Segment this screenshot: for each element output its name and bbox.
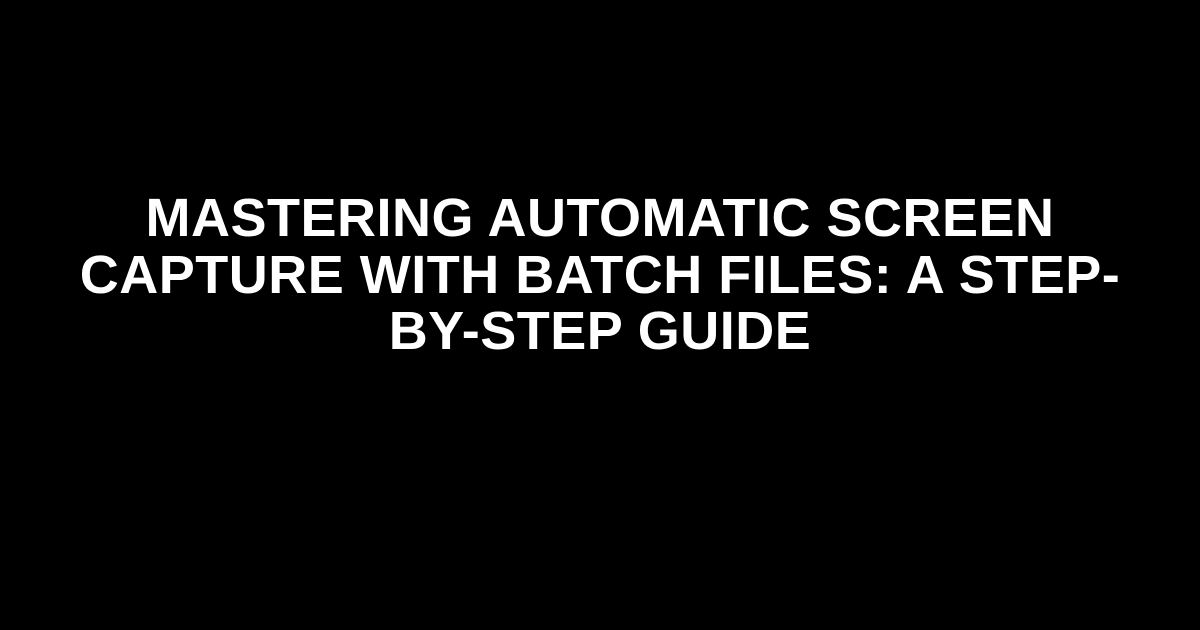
title-container: Mastering Automatic Screen Capture with … <box>0 190 1200 360</box>
page-title: Mastering Automatic Screen Capture with … <box>60 190 1140 360</box>
